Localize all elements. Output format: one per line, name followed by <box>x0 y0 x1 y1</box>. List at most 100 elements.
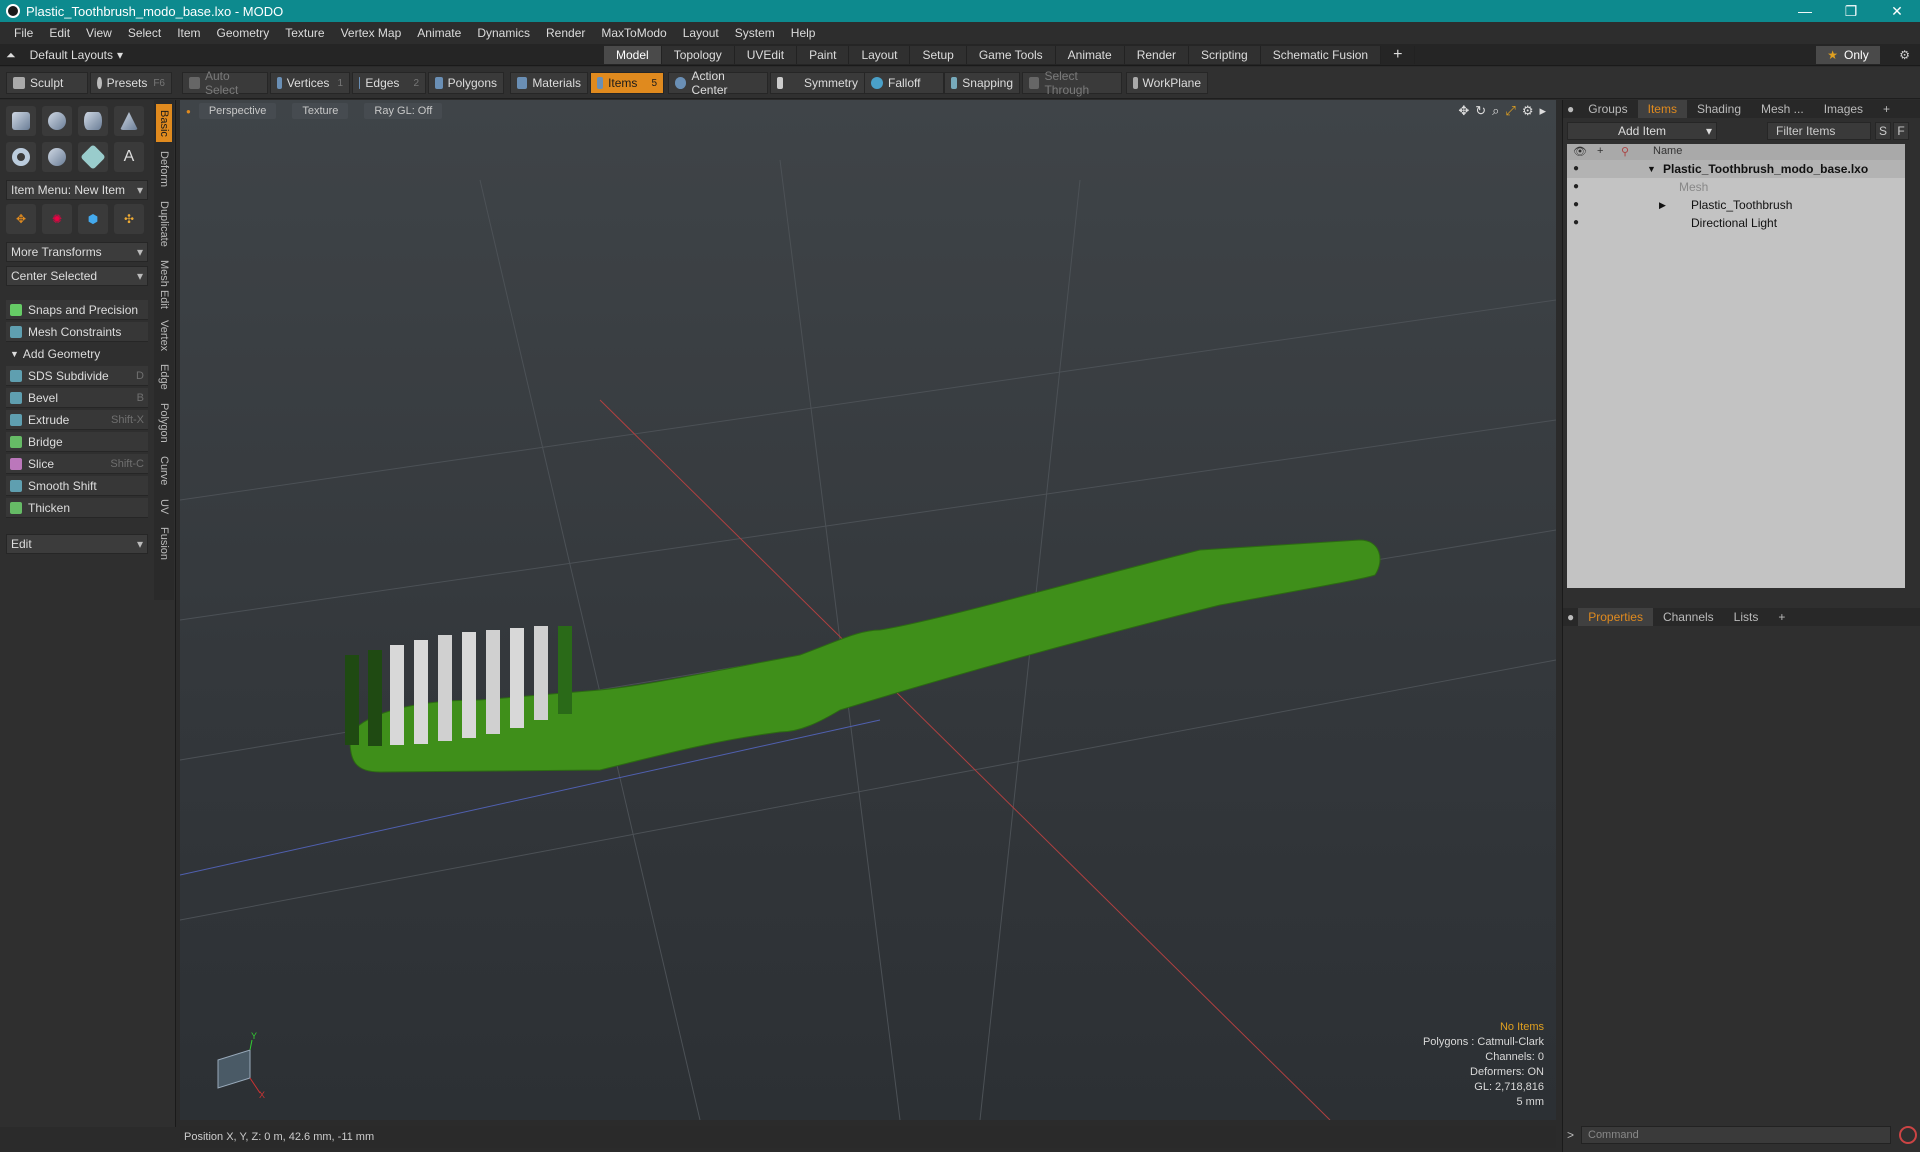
tab-groups[interactable]: Groups <box>1578 100 1637 118</box>
workplane-button[interactable]: WorkPlane <box>1126 72 1208 94</box>
vtab-uv[interactable]: UV <box>156 494 172 520</box>
viewport-gear-icon[interactable]: ⚙ <box>1522 103 1534 119</box>
tab-images[interactable]: Images <box>1814 100 1873 118</box>
scale-icon[interactable]: ⬢ <box>78 204 108 234</box>
tab-topology[interactable]: Topology <box>661 46 735 64</box>
tree-row-scene[interactable]: ● ▼ Plastic_Toothbrush_modo_base.lxo <box>1567 160 1905 178</box>
restore-icon[interactable]: ❐ <box>1828 0 1874 22</box>
cone-icon[interactable] <box>114 106 144 136</box>
raygl-dropdown[interactable]: Ray GL: Off <box>364 103 443 119</box>
add-tab-icon[interactable]: + <box>1873 100 1900 118</box>
eye-icon[interactable]: ● <box>1573 181 1585 193</box>
more-transforms-dropdown[interactable]: More Transforms <box>6 242 148 262</box>
menu-texture[interactable]: Texture <box>277 26 332 40</box>
cube-icon[interactable] <box>6 106 36 136</box>
edit-dropdown[interactable]: Edit <box>6 534 148 554</box>
vtab-deform[interactable]: Deform <box>156 146 172 192</box>
menu-select[interactable]: Select <box>120 26 169 40</box>
edges-button[interactable]: Edges 2 <box>352 72 426 94</box>
mesh-constraints-button[interactable]: Mesh Constraints <box>6 322 148 342</box>
torus-icon[interactable] <box>6 142 36 172</box>
snaps-precision-button[interactable]: Snaps and Precision <box>6 300 148 320</box>
play-icon[interactable]: ▸ <box>1539 103 1546 119</box>
s-filter-button[interactable]: S <box>1875 122 1891 140</box>
menu-maxtomodo[interactable]: MaxToModo <box>593 26 674 40</box>
menu-render[interactable]: Render <box>538 26 593 40</box>
vtab-curve[interactable]: Curve <box>156 452 172 490</box>
sculpt-button[interactable]: Sculpt <box>6 72 88 94</box>
bridge-button[interactable]: Bridge <box>6 432 148 452</box>
action-center-button[interactable]: Action Center <box>668 69 768 97</box>
menu-file[interactable]: File <box>6 26 41 40</box>
tab-layout[interactable]: Layout <box>849 46 911 64</box>
vertices-button[interactable]: Vertices 1 <box>270 72 350 94</box>
tab-lists[interactable]: Lists <box>1724 608 1769 626</box>
tab-shading[interactable]: Shading <box>1687 100 1751 118</box>
tab-game-tools[interactable]: Game Tools <box>966 46 1056 64</box>
tree-row-toothbrush[interactable]: ● ▶ Plastic_Toothbrush <box>1567 196 1905 214</box>
f-filter-button[interactable]: F <box>1893 122 1909 140</box>
menu-layout[interactable]: Layout <box>675 26 727 40</box>
tab-properties[interactable]: Properties <box>1578 608 1653 626</box>
tab-channels[interactable]: Channels <box>1653 608 1724 626</box>
smooth-shift-button[interactable]: Smooth Shift <box>6 476 148 496</box>
vtab-mesh-edit[interactable]: Mesh Edit <box>156 256 172 312</box>
add-item-dropdown[interactable]: Add Item ▾ <box>1567 122 1717 140</box>
tree-row-light[interactable]: ● Directional Light <box>1567 214 1905 232</box>
add-geometry-section[interactable]: ▼ Add Geometry <box>6 344 148 364</box>
menu-animate[interactable]: Animate <box>409 26 469 40</box>
vtab-duplicate[interactable]: Duplicate <box>156 196 172 252</box>
tab-setup[interactable]: Setup <box>910 46 967 64</box>
capsule-icon[interactable] <box>42 142 72 172</box>
menu-vertex-map[interactable]: Vertex Map <box>333 26 410 40</box>
bevel-button[interactable]: Bevel B <box>6 388 148 408</box>
slice-button[interactable]: Slice Shift-C <box>6 454 148 474</box>
eye-icon[interactable]: ● <box>1573 199 1585 211</box>
tab-items[interactable]: Items <box>1637 100 1687 118</box>
extrude-button[interactable]: Extrude Shift-X <box>6 410 148 430</box>
snapping-button[interactable]: Snapping <box>944 72 1020 94</box>
menu-geometry[interactable]: Geometry <box>209 26 278 40</box>
tab-mesh[interactable]: Mesh ... <box>1751 100 1814 118</box>
add-tab-icon[interactable]: + <box>1768 608 1795 626</box>
auto-select-button[interactable]: Auto Select <box>182 69 268 97</box>
zoom-icon[interactable]: ⌕ <box>1492 103 1499 119</box>
eye-icon[interactable]: ● <box>1573 217 1585 229</box>
vtab-edge[interactable]: Edge <box>156 360 172 394</box>
falloff-button[interactable]: Falloff <box>864 72 944 94</box>
close-icon[interactable]: ✕ <box>1874 0 1920 22</box>
minimize-icon[interactable]: — <box>1782 0 1828 22</box>
panel-menu-icon[interactable]: ● <box>1563 608 1578 626</box>
pan-icon[interactable]: ✥ <box>1458 103 1469 119</box>
name-column-header[interactable]: Name <box>1653 145 1682 157</box>
item-menu-dropdown[interactable]: Item Menu: New Item <box>6 180 148 200</box>
transform-icon[interactable]: ✣ <box>114 204 144 234</box>
polygons-button[interactable]: Polygons <box>428 72 504 94</box>
vtab-vertex[interactable]: Vertex <box>156 316 172 356</box>
3d-viewport[interactable]: Y X ● Perspective Texture Ray GL: Off ✥ … <box>180 100 1556 1120</box>
tab-schematic-fusion[interactable]: Schematic Fusion <box>1260 46 1382 64</box>
layout-selector[interactable]: ⏶ Default Layouts ▾ <box>6 46 123 64</box>
expand-arrow-icon[interactable]: ▼ <box>1647 164 1656 174</box>
tab-uvedit[interactable]: UVEdit <box>734 46 798 64</box>
tab-render[interactable]: Render <box>1124 46 1190 64</box>
sds-subdivide-button[interactable]: SDS Subdivide D <box>6 366 148 386</box>
shading-dropdown[interactable]: Texture <box>292 103 349 119</box>
vtab-polygon[interactable]: Polygon <box>156 398 172 448</box>
center-selected-dropdown[interactable]: Center Selected <box>6 266 148 286</box>
select-through-button[interactable]: Select Through <box>1022 69 1122 97</box>
menu-dynamics[interactable]: Dynamics <box>469 26 538 40</box>
menu-system[interactable]: System <box>727 26 783 40</box>
filter-items-input[interactable]: Filter Items <box>1767 122 1871 140</box>
command-input[interactable]: Command <box>1581 1126 1891 1144</box>
viewport-menu-icon[interactable]: ● <box>186 107 191 116</box>
text-icon[interactable]: A <box>114 142 144 172</box>
record-icon[interactable] <box>1899 1126 1917 1144</box>
move-icon[interactable]: ✥ <box>6 204 36 234</box>
materials-button[interactable]: Materials <box>510 72 588 94</box>
tree-row-mesh[interactable]: ● Mesh <box>1567 178 1905 196</box>
thicken-button[interactable]: Thicken <box>6 498 148 518</box>
tab-paint[interactable]: Paint <box>797 46 850 64</box>
collapse-icon[interactable]: ⏶ <box>6 48 16 63</box>
only-button[interactable]: ★ Only <box>1816 46 1880 64</box>
